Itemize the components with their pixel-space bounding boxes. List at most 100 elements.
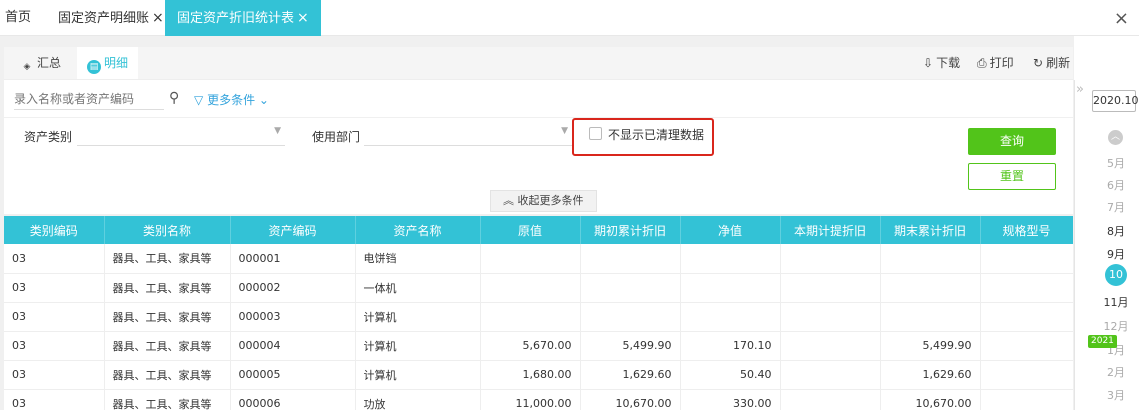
column-header[interactable]: 资产编码 xyxy=(230,216,356,244)
print-button[interactable]: ⎙ 打印 xyxy=(977,47,1014,79)
month-item[interactable]: 11月 xyxy=(1101,294,1131,310)
table-cell: 计算机 xyxy=(355,360,481,390)
table-cell xyxy=(480,273,581,303)
table-row[interactable]: 03 器具、工具、家具等 000001 电饼铛 xyxy=(4,244,1073,274)
window-close-icon[interactable]: × xyxy=(1114,8,1129,29)
search-icon[interactable]: ⚲ xyxy=(169,90,179,106)
column-header[interactable]: 期初累计折旧 xyxy=(580,216,681,244)
table-cell xyxy=(580,244,681,274)
tab-detail[interactable]: ▤ 明细 xyxy=(77,47,139,79)
hide-cleared-checkbox[interactable] xyxy=(589,127,602,140)
month-item-current[interactable]: 10月 xyxy=(1105,264,1127,303)
table-cell xyxy=(780,273,881,303)
table-header: 类别编码 类别名称 资产编码 资产名称 原值 期初累计折旧 净值 本期计提折旧 期末累计折旧 规格… xyxy=(4,216,1073,244)
year-badge: 2021 xyxy=(1088,335,1117,348)
tab-depreciation-report[interactable]: 固定资产折旧统计表 × xyxy=(165,0,321,36)
more-conditions-toggle[interactable]: ▽ 更多条件 ⌄ xyxy=(194,91,269,108)
printer-icon: ⎙ xyxy=(977,56,987,70)
table-cell xyxy=(980,389,1073,410)
table-cell xyxy=(980,360,1073,390)
month-item[interactable]: 3月 xyxy=(1101,387,1131,403)
chevron-down-icon: ▼ xyxy=(274,126,281,136)
table-cell: 器具、工具、家具等 xyxy=(104,331,231,361)
column-header[interactable]: 类别名称 xyxy=(104,216,231,244)
download-icon: ⇩ xyxy=(923,56,934,70)
column-header[interactable]: 原值 xyxy=(480,216,581,244)
tab-label: 明细 xyxy=(104,56,129,70)
expand-icon[interactable]: » xyxy=(1076,82,1084,97)
chevron-down-icon: ▼ xyxy=(561,126,568,136)
tab-summary[interactable]: ◈ 汇总 xyxy=(10,47,71,79)
table-cell: 电饼铛 xyxy=(355,244,481,274)
table-row[interactable]: 03 器具、工具、家具等 000006 功放 11,000.00 10,670.00 330… xyxy=(4,389,1073,410)
close-icon[interactable]: × xyxy=(297,10,309,26)
tab-label: 固定资产明细账 xyxy=(58,11,150,26)
table-row[interactable]: 03 器具、工具、家具等 000004 计算机 5,670.00 5,499.90 170.… xyxy=(4,331,1073,361)
chevron-up-icon[interactable]: ︿ xyxy=(1108,130,1123,145)
asset-category-label: 资产类别 xyxy=(24,130,73,144)
filter-icon: ▽ xyxy=(194,93,204,107)
table-cell: 03 xyxy=(4,360,105,390)
month-item[interactable]: 7月 xyxy=(1101,199,1131,215)
month-item[interactable]: 6月 xyxy=(1101,177,1131,193)
collapse-conditions-button[interactable]: ︽ 收起更多条件 xyxy=(490,190,597,212)
table-cell xyxy=(880,273,981,303)
table-body: 03 器具、工具、家具等 000001 电饼铛 03 器具、工具、家具等 000002 一体机… xyxy=(4,244,1073,410)
table-cell xyxy=(680,302,781,332)
table-cell: 功放 xyxy=(355,389,481,410)
table-cell: 03 xyxy=(4,389,105,410)
table-cell: 器具、工具、家具等 xyxy=(104,244,231,274)
refresh-label: 刷新 xyxy=(1046,56,1071,70)
table-cell: 170.10 xyxy=(680,331,781,361)
download-button[interactable]: ⇩ 下载 xyxy=(923,47,960,79)
table-cell: 000003 xyxy=(230,302,356,332)
table-cell: 10,670.00 xyxy=(880,389,981,410)
table-cell xyxy=(780,360,881,390)
current-period[interactable]: 2020.10 xyxy=(1092,90,1139,112)
query-button[interactable]: 查询 xyxy=(968,128,1056,155)
department-label: 使用部门 xyxy=(312,130,361,144)
table-cell: 1,680.00 xyxy=(480,360,581,390)
close-icon[interactable]: × xyxy=(152,10,164,26)
table-row[interactable]: 03 器具、工具、家具等 000002 一体机 xyxy=(4,273,1073,303)
refresh-button[interactable]: ↻ 刷新 xyxy=(1033,47,1070,79)
month-item[interactable]: 8月 xyxy=(1101,223,1131,239)
table-row[interactable]: 03 器具、工具、家具等 000005 计算机 1,680.00 1,629.60 50.4… xyxy=(4,360,1073,390)
table-cell: 03 xyxy=(4,273,105,303)
month-item[interactable]: 9月 xyxy=(1101,246,1131,262)
column-header[interactable]: 规格型号 xyxy=(980,216,1073,244)
refresh-icon: ↻ xyxy=(1033,56,1044,70)
column-header[interactable]: 资产名称 xyxy=(355,216,481,244)
period-sidebar: » 2020.10 ︿ 5月 6月 7月 8月 9月 10月 11月 12月 1月 2月 3月 20… xyxy=(1074,80,1139,410)
table-row[interactable]: 03 器具、工具、家具等 000003 计算机 xyxy=(4,302,1073,332)
month-item[interactable]: 12月 xyxy=(1101,318,1131,334)
depreciation-table: 类别编码 类别名称 资产编码 资产名称 原值 期初累计折旧 净值 本期计提折旧 期末累计折旧 规格… xyxy=(4,216,1073,410)
table-cell xyxy=(780,331,881,361)
download-label: 下载 xyxy=(936,56,961,70)
department-select[interactable]: ▼ xyxy=(364,124,572,146)
search-input[interactable] xyxy=(14,88,164,110)
table-cell xyxy=(580,302,681,332)
column-header[interactable]: 本期计提折旧 xyxy=(780,216,881,244)
table-cell: 5,499.90 xyxy=(880,331,981,361)
double-chevron-up-icon: ︽ xyxy=(503,194,514,207)
table-cell xyxy=(480,244,581,274)
column-header[interactable]: 期末累计折旧 xyxy=(880,216,981,244)
month-item[interactable]: 5月 xyxy=(1101,155,1131,171)
tab-asset-ledger[interactable]: 固定资产明细账 × xyxy=(58,0,164,36)
table-cell: 330.00 xyxy=(680,389,781,410)
table-cell: 1,629.60 xyxy=(580,360,681,390)
table-cell xyxy=(980,331,1073,361)
table-cell xyxy=(980,244,1073,274)
table-cell: 1,629.60 xyxy=(880,360,981,390)
column-header[interactable]: 净值 xyxy=(680,216,781,244)
tab-label: 首页 xyxy=(5,10,32,25)
asset-category-select[interactable]: ▼ xyxy=(77,124,285,146)
search-row: ⚲ ▽ 更多条件 ⌄ xyxy=(4,79,1073,117)
tab-home[interactable]: 首页 xyxy=(5,0,31,36)
reset-button[interactable]: 重置 xyxy=(968,163,1056,190)
table-cell: 计算机 xyxy=(355,331,481,361)
hide-cleared-label[interactable]: 不显示已清理数据 xyxy=(608,126,704,143)
column-header[interactable]: 类别编码 xyxy=(4,216,105,244)
month-item[interactable]: 2月 xyxy=(1101,364,1131,380)
